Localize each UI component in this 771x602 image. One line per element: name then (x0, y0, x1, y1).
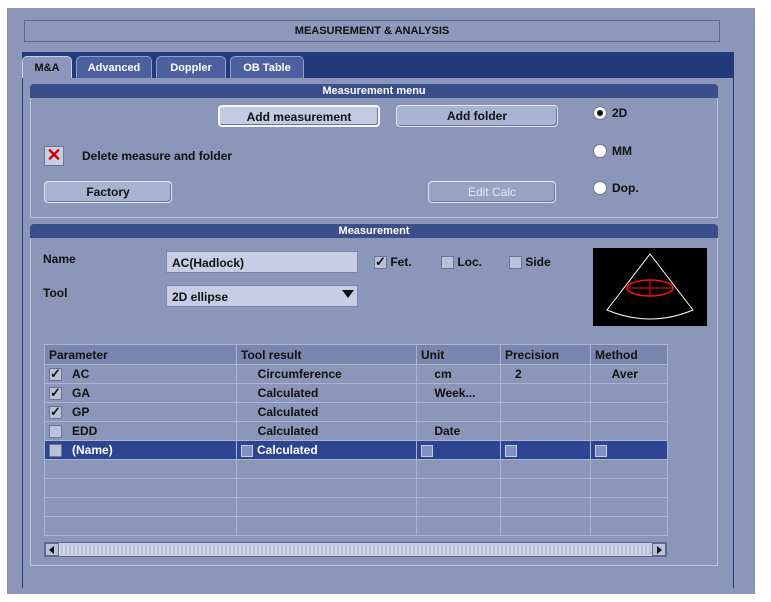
checkbox-checked-icon[interactable] (49, 366, 62, 382)
tab-advanced[interactable]: Advanced (76, 56, 152, 78)
add-folder-button[interactable]: Add folder (396, 105, 558, 127)
tab-ma[interactable]: M&A (22, 56, 72, 78)
tab-doppler[interactable]: Doppler (156, 56, 226, 78)
checkbox-icon (509, 256, 522, 270)
table-row-empty (44, 459, 668, 479)
fet-checkbox[interactable]: Fet. (374, 254, 412, 270)
mode-mm-radio[interactable]: MM (593, 144, 632, 158)
name-input[interactable]: AC(Hadlock) (166, 251, 358, 273)
checkbox-icon[interactable] (49, 425, 62, 439)
tool-label: Tool (43, 286, 68, 300)
delete-x-icon[interactable]: ✕ (44, 146, 64, 166)
checkbox-icon[interactable] (49, 444, 62, 458)
tab-bar: M&A Advanced Doppler OB Table (22, 52, 734, 78)
delete-measure-label: Delete measure and folder (82, 149, 233, 163)
ellipse-preview-icon (606, 253, 694, 320)
table-header-row: Parameter Tool result Unit Precision Met… (44, 344, 668, 365)
cell-edit-icon[interactable] (241, 444, 253, 457)
side-checkbox[interactable]: Side (509, 255, 551, 270)
checkbox-icon (441, 256, 454, 270)
table-row-empty (44, 497, 668, 517)
window-title: MEASUREMENT & ANALYSIS (24, 20, 720, 42)
col-method: Method (590, 344, 668, 365)
table-row-empty (44, 478, 668, 498)
table-row[interactable]: GA Calculated Week... (44, 383, 668, 403)
add-measurement-button[interactable]: Add measurement (218, 105, 380, 127)
col-precision: Precision (500, 344, 591, 365)
scroll-left-icon[interactable] (45, 543, 59, 556)
scroll-track[interactable] (59, 545, 652, 554)
table-row-empty (44, 516, 668, 536)
radio-unselected-icon (593, 181, 607, 195)
mode-2d-radio[interactable]: 2D (593, 106, 627, 120)
loc-checkbox[interactable]: Loc. (441, 255, 482, 270)
table-row[interactable]: GP Calculated (44, 402, 668, 422)
name-label: Name (43, 252, 76, 266)
table-row-selected[interactable]: (Name) Calculated (44, 440, 668, 460)
measurement-menu-header: Measurement menu (30, 84, 718, 98)
tool-dropdown[interactable]: 2D ellipse (166, 285, 358, 307)
radio-unselected-icon (593, 144, 607, 158)
col-tool-result: Tool result (236, 344, 417, 365)
tab-ob-table[interactable]: OB Table (230, 56, 304, 78)
scroll-right-icon[interactable] (652, 543, 666, 556)
cell-edit-icon[interactable] (595, 444, 607, 457)
factory-button[interactable]: Factory (44, 181, 172, 203)
parameter-table: Parameter Tool result Unit Precision Met… (44, 344, 668, 536)
col-unit: Unit (416, 344, 501, 365)
table-row[interactable]: EDD Calculated Date (44, 421, 668, 441)
checkbox-checked-icon[interactable] (49, 404, 62, 420)
radio-selected-icon (593, 106, 607, 120)
chevron-down-icon (342, 290, 354, 298)
edit-calc-button: Edit Calc (428, 181, 556, 203)
tool-preview-image (593, 248, 707, 326)
measurement-header: Measurement (30, 224, 718, 238)
mode-dop-radio[interactable]: Dop. (593, 181, 639, 195)
checkbox-checked-icon[interactable] (49, 385, 62, 401)
col-parameter: Parameter (44, 344, 237, 365)
horizontal-scrollbar[interactable] (44, 542, 667, 557)
cell-edit-icon[interactable] (421, 444, 433, 457)
cell-edit-icon[interactable] (505, 444, 517, 457)
checkbox-checked-icon (374, 254, 387, 270)
table-row[interactable]: AC Circumference cm 2 Aver (44, 364, 668, 384)
